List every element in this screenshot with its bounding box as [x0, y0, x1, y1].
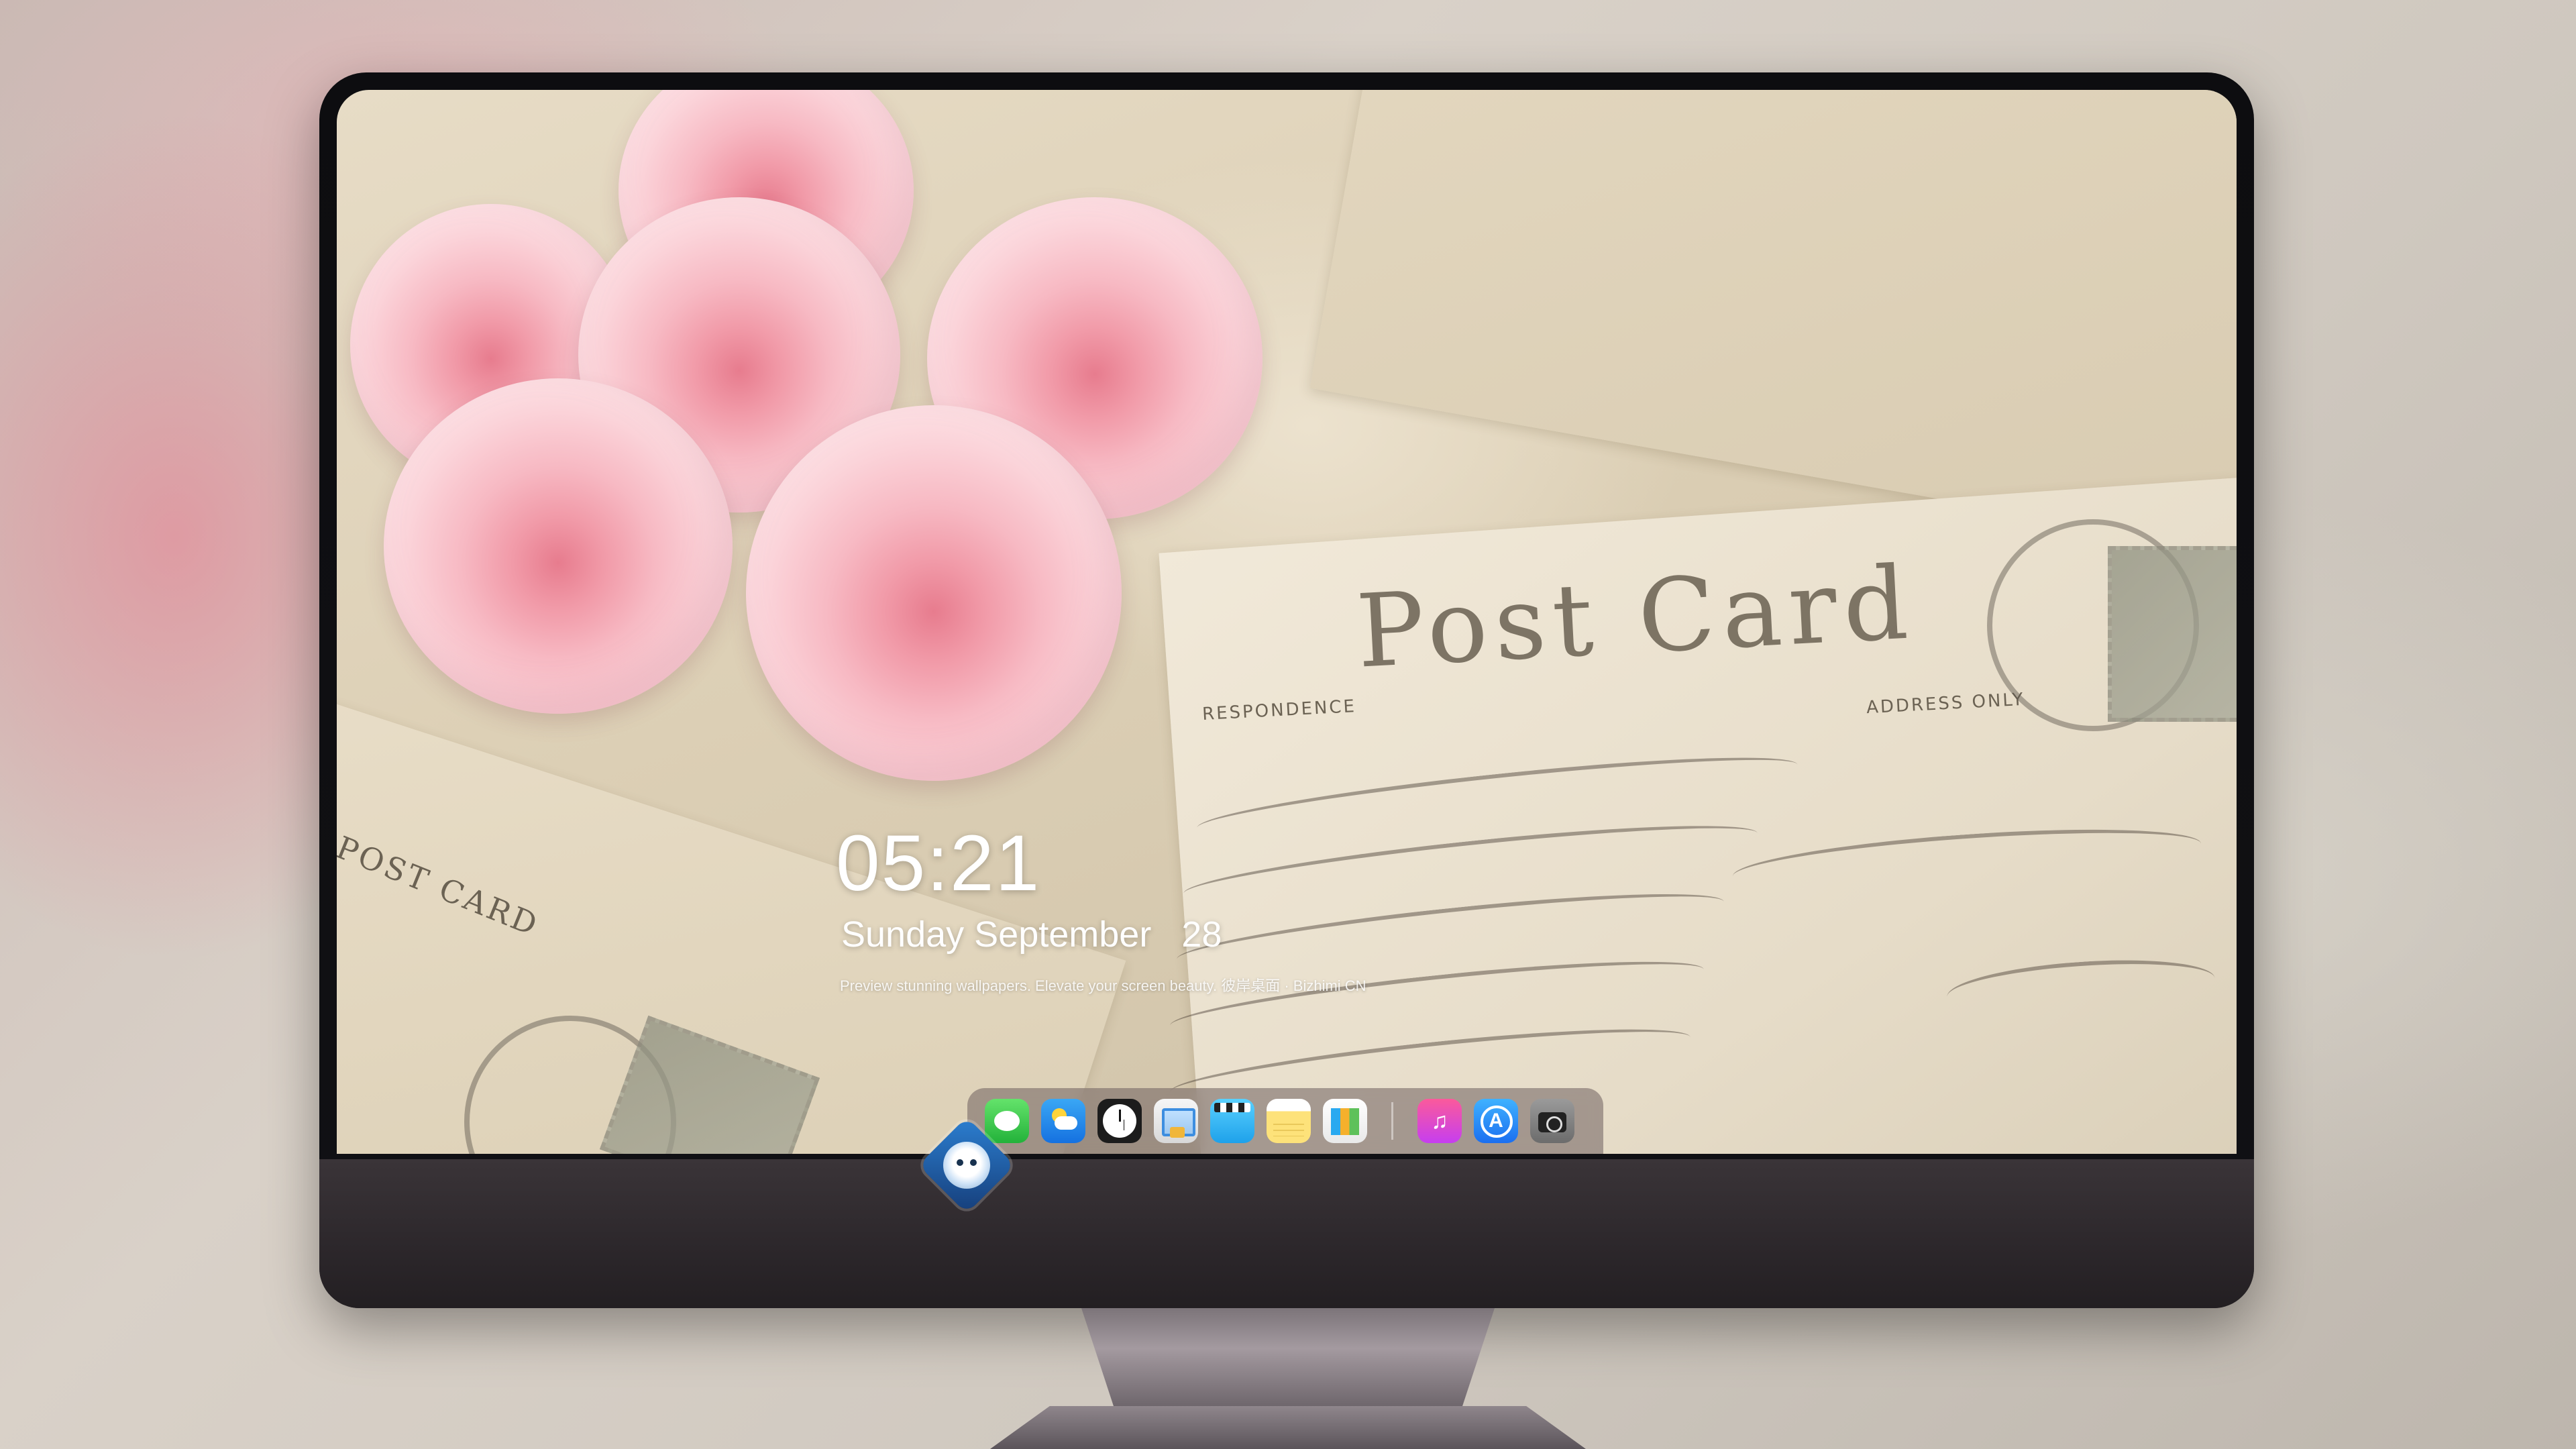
- stamp: [2108, 546, 2237, 722]
- music-glyph: ♫: [1431, 1108, 1448, 1134]
- music-icon[interactable]: ♫: [1417, 1099, 1462, 1143]
- camera-icon[interactable]: [1530, 1099, 1574, 1143]
- messages-icon[interactable]: [985, 1099, 1029, 1143]
- numbers-icon[interactable]: [1323, 1099, 1367, 1143]
- lockscreen-time: 05:21: [836, 819, 1041, 908]
- clock-icon[interactable]: [1097, 1099, 1142, 1143]
- lockscreen-date: Sunday September 28: [841, 914, 1222, 955]
- rose: [746, 405, 1122, 781]
- notes-icon[interactable]: [1267, 1099, 1311, 1143]
- wallpaper-tagline: Preview stunning wallpapers. Elevate you…: [840, 977, 1366, 994]
- screen: Post Card ADDRESS ONLY RESPONDENCE POST …: [337, 90, 2237, 1154]
- clips-icon[interactable]: [1210, 1099, 1254, 1143]
- rose: [384, 378, 733, 714]
- weather-icon[interactable]: [1041, 1099, 1085, 1143]
- preview-icon[interactable]: [1154, 1099, 1198, 1143]
- monitor-stand-base: [990, 1406, 1586, 1449]
- dock: ♫ A: [967, 1088, 1603, 1154]
- dock-separator: [1391, 1102, 1393, 1140]
- app-store-glyph: A: [1489, 1110, 1503, 1132]
- logo-face-icon: [943, 1142, 990, 1189]
- app-store-icon[interactable]: A: [1474, 1099, 1518, 1143]
- monitor-stand-neck: [1081, 1308, 1495, 1409]
- monitor-chin: [319, 1159, 2254, 1308]
- monitor: Post Card ADDRESS ONLY RESPONDENCE POST …: [319, 72, 2254, 1308]
